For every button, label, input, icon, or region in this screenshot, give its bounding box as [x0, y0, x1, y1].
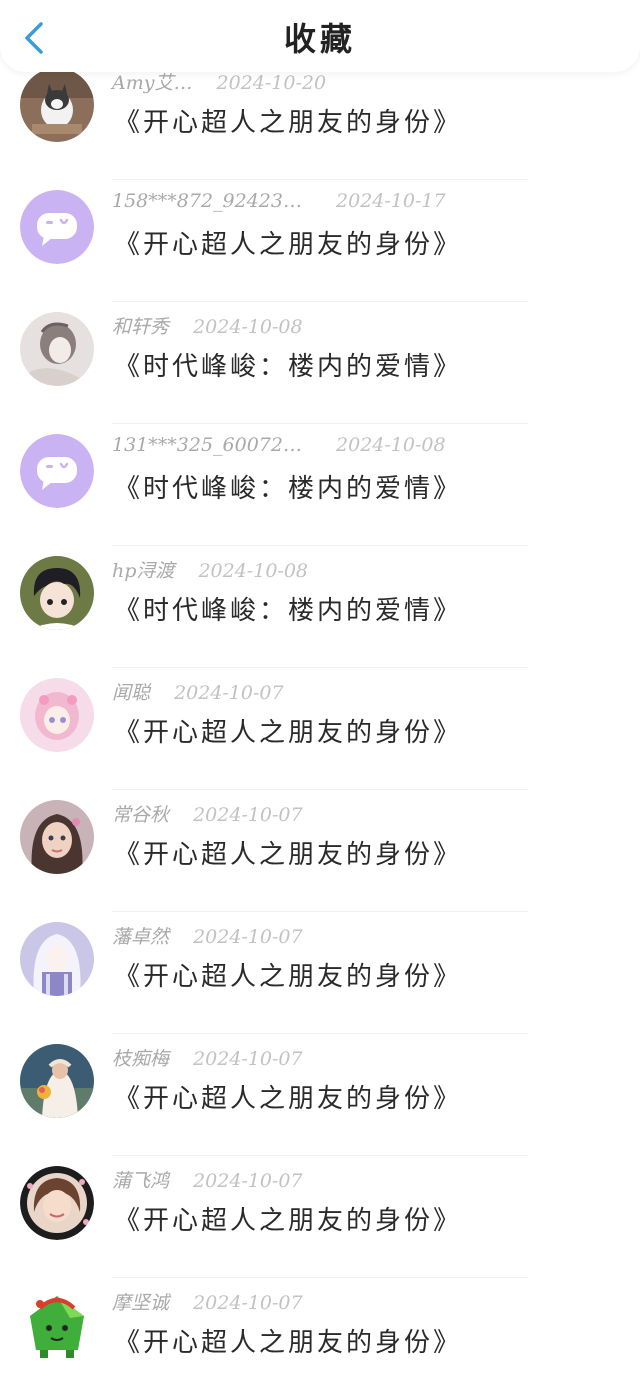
collect-date: 2024-10-07 [193, 926, 303, 948]
collect-date: 2024-10-20 [216, 72, 327, 94]
user-name: Amy艾… [112, 72, 193, 94]
user-name: hp浔渡 [112, 560, 175, 582]
user-name: 闻聪 [112, 682, 151, 704]
top-nav-bar: 收藏 [0, 0, 640, 72]
green-cartoon-icon [20, 1288, 94, 1362]
item-meta: 藩卓然 2024-10-07 [112, 922, 303, 949]
list-item[interactable]: 131***325_60072… 2024-10-08 《时代峰峻：楼内的爱情》 [0, 424, 640, 546]
woman-photo-frame-icon [20, 1166, 94, 1240]
default-chat-avatar-icon [20, 190, 94, 264]
anime-girl-gray-icon [20, 312, 94, 386]
avatar[interactable] [20, 1288, 94, 1362]
list-item[interactable]: 158***872_92423… 2024-10-17 《开心超人之朋友的身份》 [0, 180, 640, 302]
collect-date: 2024-10-07 [193, 1170, 303, 1192]
avatar[interactable] [20, 312, 94, 386]
avatar[interactable] [20, 190, 94, 264]
page-title: 收藏 [283, 20, 356, 58]
favorites-list: Amy艾… 2024-10-20 《开心超人之朋友的身份》 158***872_… [0, 58, 640, 1400]
avatar[interactable] [20, 1044, 94, 1118]
list-item[interactable]: 闻聪 2024-10-07 《开心超人之朋友的身份》 [0, 668, 640, 790]
item-title[interactable]: 《开心超人之朋友的身份》 [114, 1078, 462, 1115]
item-meta: 常谷秋 2024-10-07 [112, 800, 303, 827]
item-meta: 闻聪 2024-10-07 [112, 678, 284, 705]
user-name: 和轩秀 [112, 316, 170, 338]
item-meta: hp浔渡 2024-10-08 [112, 556, 308, 583]
user-name: 藩卓然 [112, 926, 170, 948]
list-item[interactable]: 枝痴梅 2024-10-07 《开心超人之朋友的身份》 [0, 1034, 640, 1156]
list-item[interactable]: 蒲飞鸿 2024-10-07 《开心超人之朋友的身份》 [0, 1156, 640, 1278]
anime-boy-icon [20, 556, 94, 630]
avatar[interactable] [20, 678, 94, 752]
bride-photo-icon [20, 1044, 94, 1118]
list-item[interactable]: 藩卓然 2024-10-07 《开心超人之朋友的身份》 [0, 912, 640, 1034]
item-meta: Amy艾… 2024-10-20 [112, 68, 326, 95]
anime-girl-white-icon [20, 922, 94, 996]
user-name: 摩坚诚 [112, 1292, 170, 1314]
item-title[interactable]: 《时代峰峻：楼内的爱情》 [114, 468, 462, 505]
collect-date: 2024-10-08 [193, 316, 303, 338]
item-meta: 158***872_92423… 2024-10-17 [112, 190, 446, 212]
item-title[interactable]: 《时代峰峻：楼内的爱情》 [114, 346, 462, 383]
avatar[interactable] [20, 1166, 94, 1240]
collect-date: 2024-10-07 [193, 1292, 303, 1314]
user-name: 蒲飞鸿 [112, 1170, 170, 1192]
item-title[interactable]: 《开心超人之朋友的身份》 [114, 834, 462, 871]
list-item[interactable]: Amy艾… 2024-10-20 《开心超人之朋友的身份》 [0, 58, 640, 180]
collect-date: 2024-10-08 [198, 560, 308, 582]
cat-photo-icon [20, 68, 94, 142]
anime-girl-pink-icon [20, 678, 94, 752]
user-name: 枝痴梅 [112, 1048, 170, 1070]
collect-date: 2024-10-08 [336, 434, 446, 456]
item-title[interactable]: 《时代峰峻：楼内的爱情》 [114, 590, 462, 627]
item-meta: 蒲飞鸿 2024-10-07 [112, 1166, 303, 1193]
item-title[interactable]: 《开心超人之朋友的身份》 [114, 956, 462, 993]
list-item[interactable]: 摩坚诚 2024-10-07 《开心超人之朋友的身份》 [0, 1278, 640, 1400]
collect-date: 2024-10-17 [336, 190, 446, 212]
avatar[interactable] [20, 556, 94, 630]
default-chat-avatar-icon [20, 434, 94, 508]
user-name: 常谷秋 [112, 804, 170, 826]
list-item[interactable]: 常谷秋 2024-10-07 《开心超人之朋友的身份》 [0, 790, 640, 912]
girl-photo-icon [20, 800, 94, 874]
collect-date: 2024-10-07 [193, 804, 303, 826]
item-title[interactable]: 《开心超人之朋友的身份》 [114, 712, 462, 749]
item-title[interactable]: 《开心超人之朋友的身份》 [114, 224, 462, 261]
item-meta: 摩坚诚 2024-10-07 [112, 1288, 303, 1315]
item-meta: 和轩秀 2024-10-08 [112, 312, 303, 339]
item-title[interactable]: 《开心超人之朋友的身份》 [114, 1322, 462, 1359]
avatar[interactable] [20, 434, 94, 508]
user-name: 131***325_60072… [112, 434, 302, 456]
collect-date: 2024-10-07 [174, 682, 284, 704]
item-title[interactable]: 《开心超人之朋友的身份》 [114, 102, 462, 139]
avatar[interactable] [20, 922, 94, 996]
user-name: 158***872_92423… [112, 190, 302, 212]
list-item[interactable]: hp浔渡 2024-10-08 《时代峰峻：楼内的爱情》 [0, 546, 640, 668]
collect-date: 2024-10-07 [193, 1048, 303, 1070]
avatar[interactable] [20, 68, 94, 142]
item-meta: 枝痴梅 2024-10-07 [112, 1044, 303, 1071]
item-title[interactable]: 《开心超人之朋友的身份》 [114, 1200, 462, 1237]
item-meta: 131***325_60072… 2024-10-08 [112, 434, 446, 456]
avatar[interactable] [20, 800, 94, 874]
list-item[interactable]: 和轩秀 2024-10-08 《时代峰峻：楼内的爱情》 [0, 302, 640, 424]
